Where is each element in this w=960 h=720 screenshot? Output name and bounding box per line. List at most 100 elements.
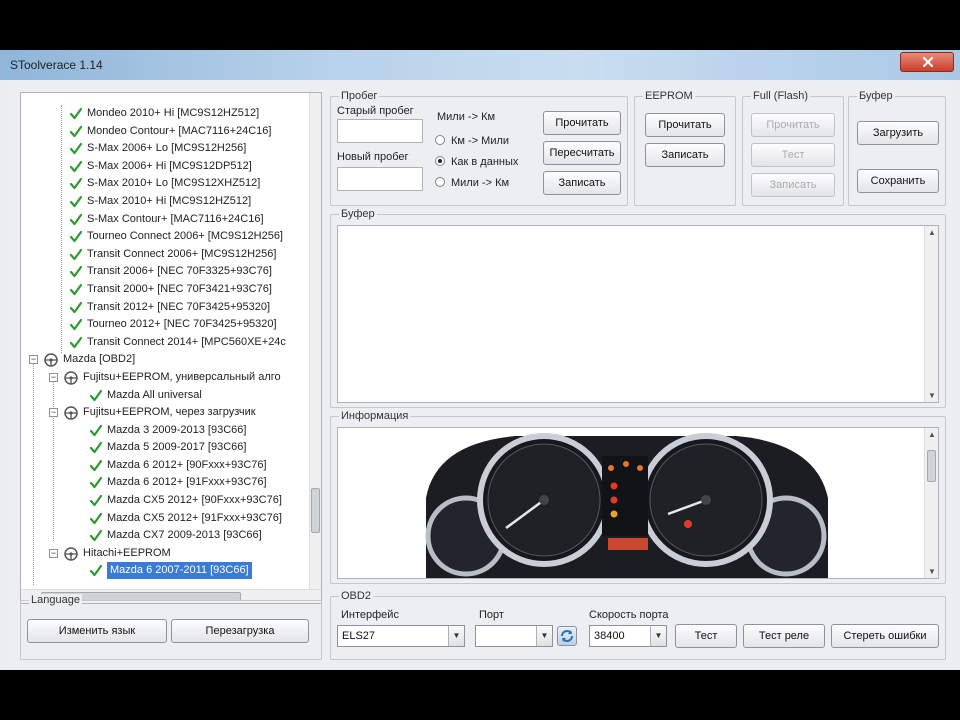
buffer-text-area[interactable]: ▲ ▼ — [337, 225, 939, 403]
scroll-up-icon[interactable]: ▲ — [928, 228, 936, 237]
tree-node-label: S-Max 2006+ Lo [MC9S12H256] — [87, 142, 247, 155]
tree-leaf-node[interactable]: Mazda 6 2012+ [90Fxxx+93C76] — [21, 457, 311, 475]
tree-leaf-node[interactable]: Tourneo Connect 2006+ [MC9S12H256] — [21, 228, 311, 246]
tree-leaf-node[interactable]: Mazda CX5 2012+ [90Fxxx+93C76] — [21, 492, 311, 510]
info-panel-group: Информация ▲ ▼ — [330, 410, 946, 584]
steering-wheel-icon — [63, 406, 79, 420]
collapse-toggle-icon[interactable]: − — [49, 548, 58, 558]
checkmark-icon — [89, 441, 103, 455]
tree-group-node[interactable]: − Fujitsu+EEPROM, через загрузчик — [21, 404, 311, 422]
title-bar[interactable]: SToolverace 1.14 — [0, 50, 960, 80]
mileage-recalc-button[interactable]: Пересчитать — [543, 141, 621, 165]
tree-leaf-node[interactable]: Mazda All universal — [21, 387, 311, 405]
collapse-toggle-icon[interactable]: − — [49, 372, 58, 382]
checkmark-icon — [89, 512, 103, 526]
tree-node-label: Mazda 6 2012+ [90Fxxx+93C76] — [107, 458, 267, 471]
tree-node-label: Transit Connect 2014+ [MPC560XE+24c — [87, 335, 286, 348]
tree-leaf-node[interactable]: Mazda 6 2012+ [91Fxxx+93C76] — [21, 474, 311, 492]
tree-leaf-node[interactable]: Transit 2012+ [NEC 70F3425+95320] — [21, 299, 311, 317]
tree-group-node[interactable]: − Mazda [OBD2] — [21, 351, 311, 369]
app-window: SToolverace 1.14 Mondeo 2010+ Hi [MC9S12… — [0, 50, 960, 670]
port-label: Порт — [479, 609, 504, 621]
info-scroll-thumb[interactable] — [927, 450, 936, 482]
window-title: SToolverace 1.14 — [10, 58, 103, 72]
tree-leaf-node[interactable]: Transit 2000+ [NEC 70F3421+93C76] — [21, 281, 311, 299]
tree-leaf-node[interactable]: Mazda 5 2009-2017 [93C66] — [21, 439, 311, 457]
collapse-toggle-icon[interactable]: − — [29, 355, 38, 365]
tree-leaf-node[interactable]: S-Max 2010+ Lo [MC9S12XHZ512] — [21, 175, 311, 193]
tree-leaf-node[interactable]: Mazda 6 2007-2011 [93C66] — [21, 562, 311, 580]
language-group: Language Изменить язык Перезагрузка — [20, 594, 322, 660]
tree-leaf-node[interactable]: S-Max 2010+ Hi [MC9S12HZ512] — [21, 193, 311, 211]
radio-miles-to-km-2[interactable]: Мили -> Км — [435, 177, 509, 189]
test-relay-button[interactable]: Тест реле — [743, 624, 825, 648]
port-select[interactable]: ▼ — [475, 625, 553, 647]
collapse-toggle-icon[interactable]: − — [49, 408, 58, 418]
tree-node-label: Mazda CX5 2012+ [90Fxxx+93C76] — [107, 494, 282, 507]
checkmark-icon — [89, 424, 103, 438]
radio-as-is-label: Как в данных — [451, 156, 519, 168]
buffer-group: Буфер Загрузить Сохранить — [848, 90, 946, 206]
flash-read-button[interactable]: Прочитать — [751, 113, 835, 137]
new-mileage-input[interactable] — [337, 167, 423, 191]
buffer-save-button[interactable]: Сохранить — [857, 169, 939, 193]
tree-node-label: Fujitsu+EEPROM, универсальный алго — [83, 370, 281, 383]
flash-write-button[interactable]: Записать — [751, 173, 835, 197]
tree-leaf-node[interactable]: Transit Connect 2014+ [MPC560XE+24c — [21, 334, 311, 352]
reload-button[interactable]: Перезагрузка — [171, 619, 309, 643]
tree-node-label: Mondeo Contour+ [MAC7116+24C16] — [87, 124, 272, 137]
tree-group-node[interactable]: − Hitachi+EEPROM — [21, 545, 311, 563]
change-language-button[interactable]: Изменить язык — [27, 619, 167, 643]
mileage-read-button[interactable]: Прочитать — [543, 111, 621, 135]
tree-leaf-node[interactable]: S-Max 2006+ Lo [MC9S12H256] — [21, 140, 311, 158]
eeprom-write-button[interactable]: Записать — [645, 143, 725, 167]
tree-leaf-node[interactable]: Mondeo Contour+ [MAC7116+24C16] — [21, 123, 311, 141]
mileage-group-title: Пробег — [339, 90, 380, 102]
scroll-down-icon[interactable]: ▼ — [928, 567, 936, 576]
interface-value: ELS27 — [342, 630, 376, 642]
close-button[interactable] — [900, 52, 954, 72]
checkmark-icon — [69, 213, 83, 227]
chevron-down-icon[interactable]: ▼ — [448, 626, 464, 646]
buffer-scrollbar[interactable]: ▲ ▼ — [924, 226, 938, 402]
old-mileage-label: Старый пробег — [337, 105, 414, 117]
tree-leaf-node[interactable]: Mazda 3 2009-2013 [93C66] — [21, 422, 311, 440]
tree-vertical-scroll-thumb[interactable] — [311, 488, 320, 533]
eeprom-read-button[interactable]: Прочитать — [645, 113, 725, 137]
tree-leaf-node[interactable]: Transit 2006+ [NEC 70F3325+93C76] — [21, 263, 311, 281]
old-mileage-input[interactable] — [337, 119, 423, 143]
vehicle-tree[interactable]: Mondeo 2010+ Hi [MC9S12HZ512] Mondeo Cont… — [20, 92, 322, 604]
refresh-icon — [561, 630, 573, 642]
info-scrollbar[interactable]: ▲ ▼ — [924, 428, 938, 578]
tree-leaf-node[interactable]: Tourneo 2012+ [NEC 70F3425+95320] — [21, 316, 311, 334]
flash-group-title: Full (Flash) — [751, 90, 811, 102]
tree-leaf-node[interactable]: S-Max Contour+ [MAC7116+24C16] — [21, 211, 311, 229]
port-speed-select[interactable]: 38400 ▼ — [589, 625, 667, 647]
clear-errors-button[interactable]: Стереть ошибки — [831, 624, 939, 648]
tree-leaf-node[interactable]: Mazda CX7 2009-2013 [93C66] — [21, 527, 311, 545]
buffer-load-button[interactable]: Загрузить — [857, 121, 939, 145]
radio-miles-to-km[interactable]: Мили -> Км — [437, 111, 495, 123]
flash-test-button[interactable]: Тест — [751, 143, 835, 167]
radio-km-to-miles[interactable]: Км -> Мили — [435, 135, 509, 147]
test-button[interactable]: Тест — [675, 624, 737, 648]
checkmark-icon — [89, 459, 103, 473]
tree-leaf-node[interactable]: Mondeo 2010+ Hi [MC9S12HZ512] — [21, 105, 311, 123]
tree-group-node[interactable]: − Fujitsu+EEPROM, универсальный алго — [21, 369, 311, 387]
chevron-down-icon[interactable]: ▼ — [536, 626, 552, 646]
tree-leaf-node[interactable]: S-Max 2006+ Hi [MC9S12DP512] — [21, 158, 311, 176]
chevron-down-icon[interactable]: ▼ — [650, 626, 666, 646]
checkmark-icon — [69, 177, 83, 191]
tree-leaf-node[interactable]: Transit Connect 2006+ [MC9S12H256] — [21, 246, 311, 264]
tree-leaf-node[interactable]: Mazda CX5 2012+ [91Fxxx+93C76] — [21, 510, 311, 528]
scroll-down-icon[interactable]: ▼ — [928, 391, 936, 400]
interface-select[interactable]: ELS27 ▼ — [337, 625, 465, 647]
refresh-ports-button[interactable] — [557, 626, 577, 646]
tree-vertical-scrollbar[interactable] — [309, 93, 321, 591]
radio-as-is[interactable]: Как в данных — [435, 156, 518, 168]
tree-node-label: Mazda [OBD2] — [63, 353, 136, 366]
steering-wheel-icon — [63, 371, 79, 385]
scroll-up-icon[interactable]: ▲ — [928, 430, 936, 439]
checkmark-icon — [69, 301, 83, 315]
mileage-write-button[interactable]: Записать — [543, 171, 621, 195]
